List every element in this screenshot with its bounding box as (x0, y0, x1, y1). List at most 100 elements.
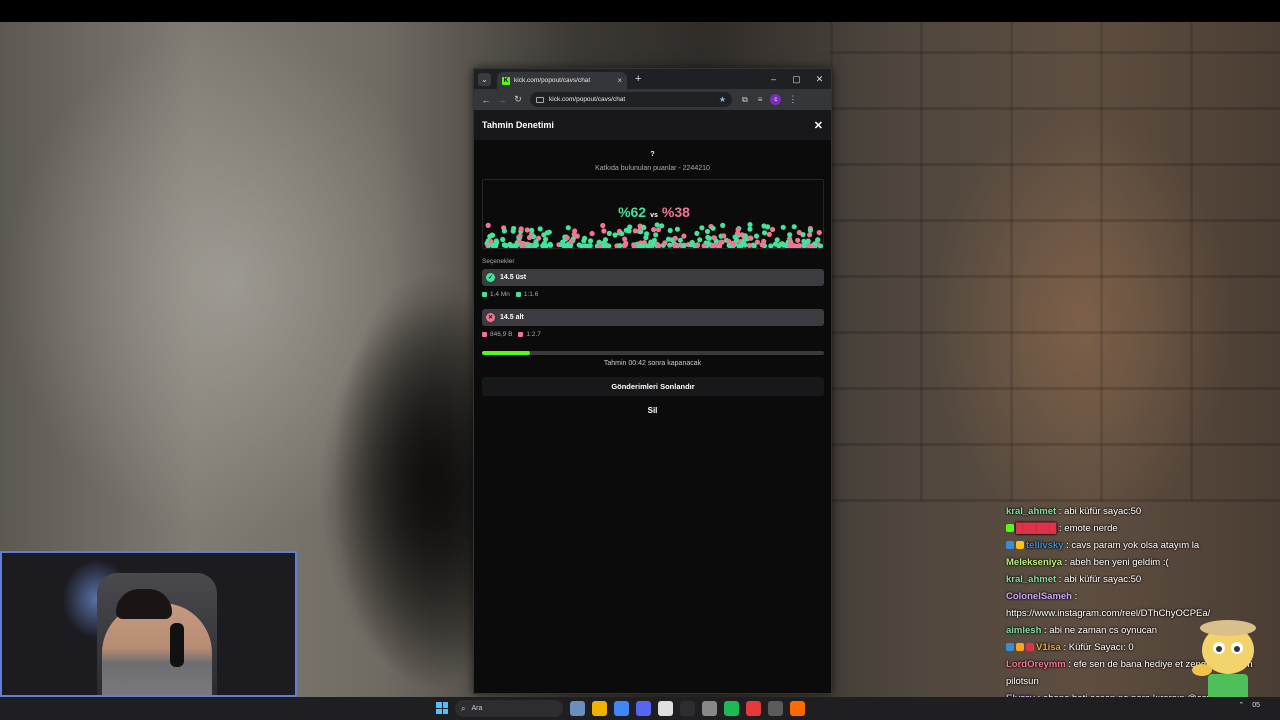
bettor-dot (606, 230, 612, 236)
check-icon: ✓ (486, 273, 495, 282)
bettor-dot (720, 222, 726, 228)
back-arrow-icon[interactable]: ← (478, 95, 494, 105)
bettor-dot (525, 243, 531, 248)
bettor-dot (532, 243, 538, 248)
chat-badge-icon (1006, 524, 1014, 533)
bettor-dot (807, 232, 813, 238)
taskbar-app-icon[interactable] (680, 701, 695, 716)
browser-tab[interactable]: K kick.com/popout/cavs/chat × (497, 72, 627, 89)
brick-wall-texture (830, 22, 1280, 502)
taskbar-app-icon[interactable] (724, 701, 739, 716)
bettor-dot (631, 243, 637, 248)
bettor-dot (735, 227, 741, 233)
bettor-dot (656, 243, 662, 248)
bettor-dots (484, 222, 823, 248)
bettor-dot (531, 234, 537, 240)
new-tab-button[interactable]: + (635, 73, 641, 85)
bettor-dot (797, 243, 803, 248)
browser-menu-icon[interactable]: ⋮ (788, 94, 797, 105)
tray-chevron-icon[interactable]: ⌃ (1238, 701, 1244, 709)
bettor-dot (665, 236, 672, 242)
taskbar-app-icon[interactable] (570, 701, 585, 716)
close-window-button[interactable]: ✕ (808, 69, 831, 89)
bettor-dot (490, 242, 497, 248)
taskbar-app-icon[interactable] (746, 701, 761, 716)
media-controls-icon[interactable]: ≡ (758, 95, 763, 104)
chat-text: pilotsun (1006, 676, 1039, 687)
chat-username[interactable]: kral_ahmet (1006, 574, 1056, 585)
bettor-dot (672, 235, 678, 241)
taskbar-app-icon[interactable] (614, 701, 629, 716)
chat-username[interactable]: aimlesh (1006, 625, 1041, 636)
bettor-dot (721, 233, 727, 239)
extensions-icon[interactable]: ⧉ (742, 95, 748, 105)
bettor-dot (711, 243, 717, 248)
address-bar[interactable]: kick.com/popout/cavs/chat ★ (530, 92, 732, 107)
taskbar-search[interactable]: ⌕ Ara (455, 700, 563, 717)
tab-close-icon[interactable]: × (617, 76, 622, 85)
forward-arrow-icon[interactable]: → (494, 95, 510, 105)
bettor-dot (601, 228, 607, 234)
tab-search-dropdown-icon[interactable]: ⌄ (478, 72, 491, 86)
taskbar-app-icon[interactable] (702, 701, 717, 716)
bettor-dot (653, 232, 659, 238)
chat-username[interactable]: kral_ahmet (1006, 506, 1056, 517)
minimize-button[interactable]: – (762, 69, 785, 89)
option-over-amount: 1,4 Mn (490, 291, 510, 298)
taskbar-app-icons (570, 701, 812, 716)
bettor-dot (644, 231, 650, 237)
percent-left: %62 (618, 204, 647, 220)
bettor-dot (572, 228, 578, 234)
chat-username[interactable]: ColonelSameh (1006, 591, 1072, 602)
profile-avatar[interactable]: c (770, 94, 782, 105)
bettor-dot (632, 228, 638, 234)
reload-icon[interactable]: ↻ (510, 94, 526, 105)
chat-text: https://www.instagram.com/reel/DThChyOCP… (1006, 608, 1211, 619)
bookmark-star-icon[interactable]: ★ (719, 95, 726, 104)
time-progress-bar (482, 351, 824, 355)
bettor-dot (645, 243, 651, 248)
bettor-dot (747, 226, 753, 232)
option-over[interactable]: ✓ 14.5 üst (482, 269, 824, 286)
taskbar-app-icon[interactable] (592, 701, 607, 716)
option-under-label: 14.5 alt (500, 314, 524, 321)
chat-username[interactable]: tellivsky (1026, 540, 1064, 551)
bettor-dot (718, 239, 724, 245)
chat-username[interactable]: V1isa (1036, 642, 1061, 653)
chat-message: kral_ahmet : abi küfür sayac:50 (1006, 571, 1276, 588)
bettor-dot (701, 243, 707, 248)
bettor-dot (627, 224, 633, 230)
kick-favicon-icon: K (502, 76, 510, 85)
bettor-dot (774, 237, 780, 243)
bettor-dot (524, 227, 530, 233)
url-text: kick.com/popout/cavs/chat (549, 96, 626, 103)
chat-text: : Küfür Sayacı: 0 (1060, 642, 1134, 653)
windows-start-icon[interactable] (436, 702, 448, 714)
bettor-dot (667, 242, 673, 248)
vs-label: vs (650, 212, 658, 219)
taskbar-app-icon[interactable] (768, 701, 783, 716)
option-over-stats: 1,4 Mn 1:1.6 (482, 291, 538, 298)
chat-username[interactable]: Melekseniya (1006, 557, 1062, 568)
bettor-dot (501, 228, 507, 234)
option-under[interactable]: ✕ 14.5 alt (482, 309, 824, 326)
bettor-dot (612, 232, 618, 238)
chat-message: ColonelSameh : (1006, 588, 1276, 605)
end-submissions-button[interactable]: Gönderimleri Sonlandır (482, 377, 824, 396)
bettor-dot (677, 237, 683, 243)
taskbar-app-icon[interactable] (658, 701, 673, 716)
chat-text: : abi küfür sayac:50 (1056, 506, 1142, 517)
streamer-hair (116, 589, 172, 619)
bettor-dot (807, 227, 813, 233)
chat-username[interactable]: LordOreymm (1006, 659, 1066, 670)
taskbar-app-icon[interactable] (790, 701, 805, 716)
bettor-dot (732, 234, 738, 240)
close-icon[interactable]: ✕ (814, 119, 823, 132)
chat-username[interactable]: ██████ (1016, 523, 1056, 534)
delete-button[interactable]: Sil (474, 406, 831, 415)
tray-clock[interactable]: 05 (1252, 702, 1260, 709)
taskbar-app-icon[interactable] (636, 701, 651, 716)
bettor-dot (795, 237, 801, 243)
maximize-button[interactable]: ▢ (785, 69, 808, 89)
site-info-icon[interactable] (536, 96, 544, 103)
